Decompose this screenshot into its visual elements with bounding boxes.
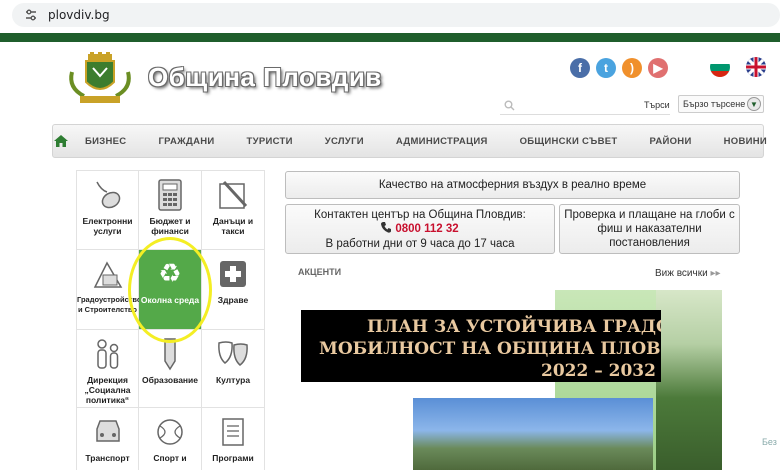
contact-phone: 0800 112 32 — [381, 221, 459, 237]
nav-item-business[interactable]: БИЗНЕС — [69, 136, 142, 147]
search-box: Търси — [500, 95, 670, 115]
nav-item-tourists[interactable]: ТУРИСТИ — [231, 136, 309, 147]
nav-item-services[interactable]: УСЛУГИ — [309, 136, 380, 147]
tile-label: Спорт и — [153, 453, 187, 463]
site-title[interactable]: Община Пловдив — [148, 62, 382, 93]
social-links: f t ) ▶ — [570, 58, 674, 78]
document-icon — [215, 414, 251, 450]
site-settings-icon[interactable] — [20, 4, 42, 26]
working-hours: В работни дни от 9 часа до 17 часа — [325, 237, 515, 250]
side-label: Без — [762, 437, 777, 447]
banner-line-1: ПЛАН ЗА УСТОЙЧИВА ГРАДСК — [367, 317, 661, 337]
see-all-link[interactable]: Виж всички ▸▸ — [655, 268, 721, 279]
bulgarian-flag-icon[interactable] — [710, 57, 730, 77]
rss-icon[interactable]: ) — [622, 58, 642, 78]
main-nav: БИЗНЕС ГРАЖДАНИ ТУРИСТИ УСЛУГИ АДМИНИСТР… — [52, 124, 767, 158]
coat-of-arms-logo[interactable] — [64, 52, 136, 110]
tile-label: Бюджет и финанси — [149, 216, 191, 236]
mouse-icon — [90, 177, 126, 213]
tile-culture[interactable]: Култура — [202, 330, 265, 408]
facebook-icon[interactable]: f — [570, 58, 590, 78]
chevron-down-icon[interactable]: ▼ — [747, 97, 761, 111]
mobility-plan-banner[interactable]: ПЛАН ЗА УСТОЙЧИВА ГРАДСК МОБИЛНОСТ НА ОБ… — [301, 310, 661, 382]
tile-taxes[interactable]: Данъци и такси — [202, 170, 265, 250]
search-input[interactable] — [518, 95, 638, 114]
see-all-label: Виж всички — [655, 268, 708, 279]
banner-line-2: МОБИЛНОСТ НА ОБЩИНА ПЛОВДИ — [319, 339, 661, 359]
address-bar[interactable]: plovdiv.bg — [12, 3, 780, 27]
phone-icon — [381, 221, 392, 237]
nav-item-municipal-council[interactable]: ОБЩИНСКИ СЪВЕТ — [504, 136, 634, 147]
contact-center-button[interactable]: Контактен център на Община Пловдив: 0800… — [285, 204, 555, 254]
medical-cross-icon — [215, 256, 251, 292]
highlights-heading: АКЦЕНТИ — [298, 267, 342, 277]
search-button[interactable]: Търси — [644, 100, 670, 110]
nav-item-news[interactable]: НОВИНИ — [708, 136, 780, 147]
phone-number: 0800 112 32 — [395, 223, 459, 235]
banner-line-3: 2022 – 2032 Г — [541, 361, 661, 381]
tile-social-policy[interactable]: Дирекция „Социална политика“ — [76, 330, 139, 408]
construction-icon — [90, 256, 126, 292]
city-panorama-photo — [413, 398, 653, 470]
car-icon — [90, 414, 126, 450]
tile-transport[interactable]: Транспорт — [76, 408, 139, 470]
nav-item-citizens[interactable]: ГРАЖДАНИ — [142, 136, 230, 147]
tile-label: Дирекция „Социална политика“ — [84, 375, 131, 405]
fines-line-3: постановления — [609, 237, 690, 249]
tile-e-services[interactable]: Електронни услуги — [76, 170, 139, 250]
nav-item-administration[interactable]: АДМИНИСТРАЦИЯ — [380, 136, 504, 147]
theater-masks-icon — [215, 336, 251, 372]
air-quality-label: Качество на атмосферния въздух в реално … — [378, 179, 647, 191]
header-stripe — [0, 33, 780, 42]
tile-label: Електронни услуги — [82, 216, 133, 236]
youtube-icon[interactable]: ▶ — [648, 58, 668, 78]
nav-item-districts[interactable]: РАЙОНИ — [634, 136, 708, 147]
air-quality-button[interactable]: Качество на атмосферния въздух в реално … — [285, 171, 740, 199]
ruler-icon — [215, 177, 251, 213]
fines-button[interactable]: Проверка и плащане на глоби с фиш и нака… — [559, 204, 740, 254]
tile-label: Култура — [215, 375, 251, 385]
tile-sport[interactable]: Спорт и — [139, 408, 202, 470]
twitter-icon[interactable]: t — [596, 58, 616, 78]
fines-line-2: фиш и наказателни — [597, 223, 702, 235]
url-text[interactable]: plovdiv.bg — [48, 8, 110, 22]
contact-center-title: Контактен център на Община Пловдив: — [314, 208, 526, 221]
quick-search-dropdown[interactable]: Бързо търсене ▼ — [678, 95, 764, 113]
tile-label: Образование — [141, 375, 199, 385]
home-icon[interactable] — [53, 134, 69, 148]
tile-label: Програми — [212, 453, 254, 463]
fines-line-1: Проверка и плащане на глоби с — [564, 209, 735, 221]
tile-programs[interactable]: Програми — [202, 408, 265, 470]
search-icon — [504, 98, 515, 116]
highlight-circle — [128, 237, 212, 343]
english-flag-icon[interactable] — [746, 57, 766, 77]
quick-search-label: Бързо търсене — [683, 99, 746, 109]
calculator-icon — [152, 177, 188, 213]
people-icon — [90, 336, 126, 372]
tile-label: Данъци и такси — [212, 216, 254, 236]
ball-icon — [152, 414, 188, 450]
double-chevron-icon: ▸▸ — [707, 268, 721, 279]
tile-label: Транспорт — [85, 453, 130, 463]
browser-toolbar: plovdiv.bg — [0, 0, 780, 30]
banner-photo-house — [656, 290, 722, 470]
